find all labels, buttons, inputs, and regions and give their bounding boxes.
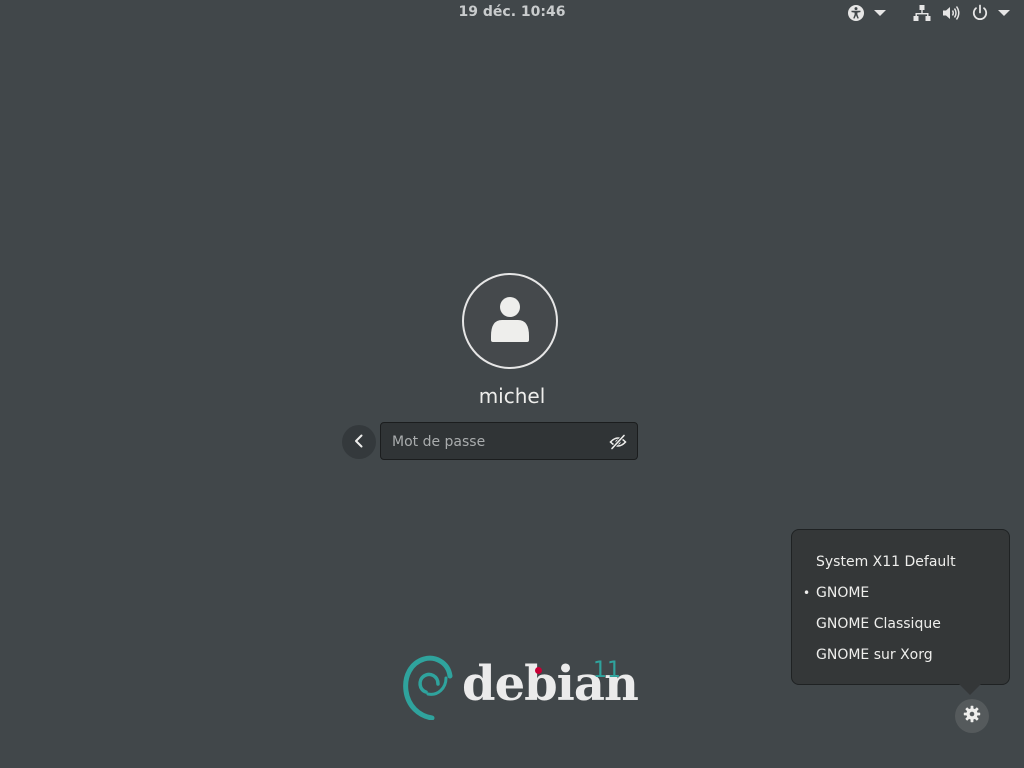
network-icon: [913, 4, 931, 22]
debian-logo: debian 11: [400, 652, 639, 724]
gear-icon: [963, 705, 981, 727]
username-label: michel: [478, 384, 546, 408]
volume-icon: [942, 4, 960, 22]
accessibility-icon: [847, 4, 865, 22]
password-field[interactable]: Mot de passe: [380, 422, 638, 460]
eye-slash-icon[interactable]: [609, 434, 627, 450]
power-icon: [971, 4, 989, 22]
user-avatar-icon: [490, 296, 530, 346]
session-button[interactable]: [955, 699, 989, 733]
session-item-system-x11-default[interactable]: System X11 Default: [792, 547, 1009, 578]
debian-red-dot: [535, 667, 542, 674]
user-avatar: [462, 273, 558, 369]
session-item-gnome-classique[interactable]: GNOME Classique: [792, 609, 1009, 640]
password-placeholder: Mot de passe: [392, 434, 486, 450]
chevron-down-icon: [874, 9, 886, 17]
session-menu-arrow: [959, 684, 981, 695]
session-item-gnome[interactable]: • GNOME: [792, 578, 1009, 609]
system-status-menu[interactable]: [913, 3, 1010, 23]
debian-version: 11: [593, 658, 621, 683]
login-screen: 19 déc. 10:46 michel Mot de passe System…: [0, 0, 1024, 768]
chevron-left-icon: [354, 433, 364, 452]
accessibility-menu[interactable]: [847, 3, 886, 23]
chevron-down-icon: [998, 9, 1010, 17]
debian-swirl-icon: [402, 654, 458, 724]
back-button[interactable]: [342, 425, 376, 459]
session-menu: System X11 Default • GNOME GNOME Classiq…: [791, 529, 1010, 685]
selected-bullet: •: [803, 586, 811, 600]
session-item-gnome-sur-xorg[interactable]: GNOME sur Xorg: [792, 640, 1009, 671]
